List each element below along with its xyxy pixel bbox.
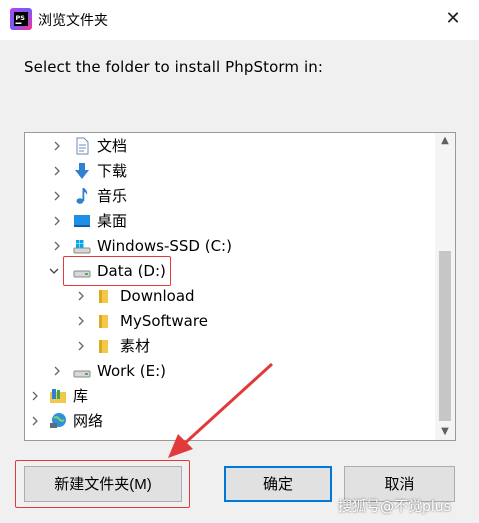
watermark: 搜狐号@不觉plus (338, 499, 451, 515)
new-folder-button[interactable]: 新建文件夹(M) (24, 466, 182, 502)
ok-button[interactable]: 确定 (224, 466, 332, 502)
annotation-arrow (168, 362, 274, 458)
